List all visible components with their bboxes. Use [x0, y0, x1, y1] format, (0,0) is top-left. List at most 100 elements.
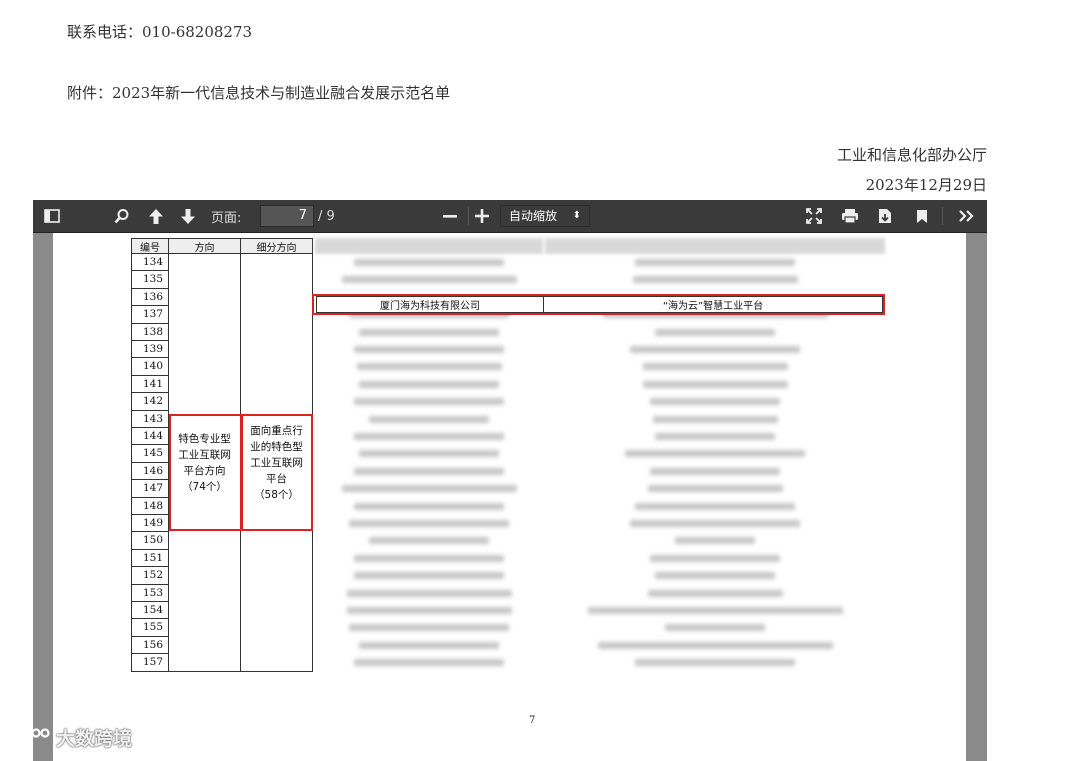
fullscreen-button[interactable]	[801, 200, 827, 232]
row-number: 151	[131, 549, 169, 568]
row-number: 154	[131, 602, 169, 620]
row-number: 150	[131, 532, 169, 550]
pdf-page: 编号 方向 细分方向 特色专业型 工业互联网 平台方向 （74个） 面向重点行 …	[53, 233, 966, 761]
blurred-platform-name	[635, 259, 795, 266]
blurred-company-name	[369, 415, 489, 423]
blurred-platform-name	[655, 572, 775, 580]
blurred-company-name	[341, 485, 517, 493]
bookmark-button[interactable]	[909, 200, 935, 232]
plus-icon	[475, 209, 489, 223]
previous-page-button[interactable]	[143, 200, 169, 232]
blurred-company-name	[341, 276, 517, 284]
blurred-company-name	[346, 589, 512, 597]
blurred-company-name	[356, 363, 502, 371]
blurred-company-name	[349, 520, 509, 527]
bookmark-icon	[917, 209, 927, 223]
more-tools-button[interactable]	[951, 200, 981, 232]
blurred-company-name	[354, 572, 504, 580]
search-icon	[114, 209, 129, 224]
blurred-platform-name	[655, 328, 775, 336]
blurred-company-name	[354, 659, 504, 667]
print-icon	[842, 209, 858, 224]
print-button[interactable]	[837, 200, 863, 232]
row-number: 141	[131, 375, 169, 394]
blurred-company-name	[354, 398, 504, 406]
next-page-button[interactable]	[175, 200, 201, 232]
header-number: 编号	[131, 238, 169, 254]
blurred-platform-name	[650, 554, 780, 562]
blurred-platform-name	[587, 607, 843, 614]
blurred-company-name	[359, 328, 499, 336]
sidebar-toggle-button[interactable]	[39, 200, 65, 232]
zoom-select[interactable]: 自动缩放 ⬍	[500, 205, 590, 227]
row-number: 142	[131, 393, 169, 411]
blurred-platform-name	[655, 433, 775, 440]
blurred-platform-name	[675, 537, 755, 545]
row-highlight-box	[312, 294, 885, 315]
download-icon	[879, 209, 891, 223]
down-arrow-icon	[181, 208, 195, 224]
page-number-input[interactable]: 7	[260, 205, 314, 227]
toolbar-divider	[942, 207, 943, 225]
watermark: 大数跨境	[8, 724, 132, 751]
blurred-platform-name	[647, 589, 783, 597]
row-number: 134	[131, 254, 169, 272]
blurred-company-name	[354, 346, 504, 353]
row-number: 149	[131, 515, 169, 533]
header-direction: 方向	[168, 238, 241, 254]
zoom-out-button[interactable]	[437, 200, 463, 232]
page-area[interactable]: 编号 方向 细分方向 特色专业型 工业互联网 平台方向 （74个） 面向重点行 …	[33, 233, 987, 761]
page-number: 7	[529, 715, 536, 726]
row-number: 156	[131, 636, 169, 655]
search-button[interactable]	[109, 200, 135, 232]
blurred-company-name	[349, 624, 509, 632]
blurred-company-name	[354, 259, 504, 266]
fullscreen-icon	[806, 208, 822, 224]
blurred-company-name	[369, 537, 489, 545]
chevron-updown-icon: ⬍	[572, 210, 581, 221]
blurred-header	[315, 238, 543, 254]
blurred-platform-name	[652, 415, 778, 423]
blurred-company-name	[359, 450, 499, 458]
more-icon	[959, 210, 974, 222]
up-arrow-icon	[149, 208, 163, 224]
row-number: 146	[131, 462, 169, 481]
contact-line: 联系电话：010-68208273	[67, 23, 253, 41]
page-total: / 9	[318, 208, 335, 224]
blurred-platform-name	[597, 641, 833, 649]
download-button[interactable]	[872, 200, 898, 232]
row-number: 140	[131, 358, 169, 376]
row-number: 139	[131, 341, 169, 359]
date-line: 2023年12月29日	[865, 176, 987, 194]
row-number: 152	[131, 567, 169, 585]
blurred-platform-name	[642, 380, 788, 388]
attachment-line: 附件：2023年新一代信息技术与制造业融合发展示范名单	[67, 84, 451, 102]
page-label: 页面:	[211, 210, 242, 226]
row-number: 143	[131, 410, 169, 428]
blurred-platform-name	[625, 450, 805, 458]
sidebar-toggle-icon	[44, 209, 60, 223]
blurred-platform-name	[630, 520, 800, 527]
sub-direction-highlight-box	[241, 414, 313, 531]
blurred-platform-name	[642, 363, 788, 371]
blurred-company-name	[354, 433, 504, 440]
watermark-text: 大数跨境	[56, 728, 133, 750]
blurred-company-name	[346, 607, 512, 614]
blurred-company-name	[354, 467, 504, 475]
blurred-platform-name	[650, 467, 780, 475]
row-number: 138	[131, 323, 169, 341]
blurred-platform-name	[647, 485, 783, 493]
row-number: 157	[131, 654, 169, 672]
blurred-platform-name	[665, 624, 765, 632]
direction-highlight-box	[169, 414, 242, 531]
blurred-company-name	[354, 554, 504, 562]
viewer-toolbar: 页面: 7 / 9 自动缩放 ⬍	[33, 200, 987, 233]
highlighted-row: 厦门海为科技有限公司 “海为云”智慧工业平台	[312, 294, 885, 315]
row-number: 147	[131, 480, 169, 498]
zoom-in-button[interactable]	[469, 200, 495, 232]
pdf-viewer: 页面: 7 / 9 自动缩放 ⬍ 编号 方向 细分方向 特色专业型 工业互联网 …	[33, 200, 987, 761]
issuer-line: 工业和信息化部办公厅	[836, 146, 987, 164]
blurred-company-name	[359, 380, 499, 388]
blurred-platform-name	[630, 346, 800, 353]
row-number: 145	[131, 445, 169, 463]
